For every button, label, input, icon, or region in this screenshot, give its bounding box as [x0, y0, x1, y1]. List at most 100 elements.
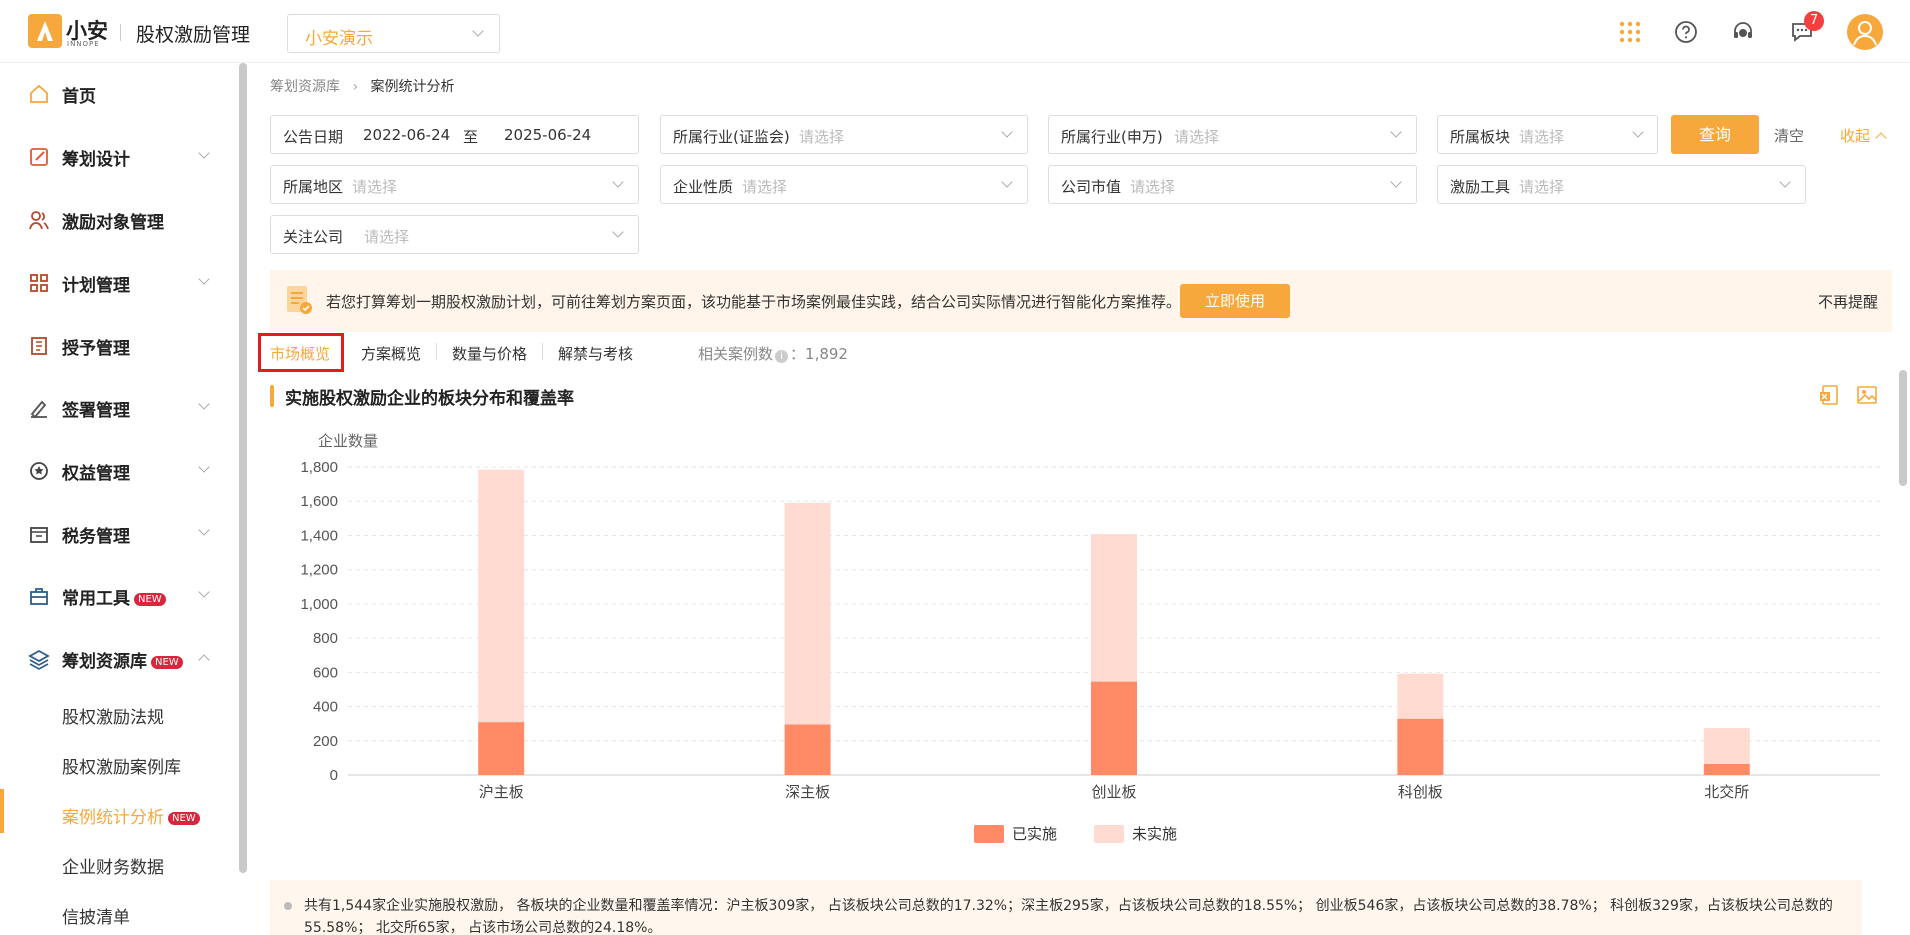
chevron-up-icon — [198, 654, 210, 666]
x-tick-label: 沪主板 — [479, 783, 524, 801]
chevron-down-icon — [1390, 126, 1402, 138]
nature-select[interactable]: 企业性质 请选择 — [660, 165, 1028, 204]
industry-sw-select[interactable]: 所属行业(申万) 请选择 — [1048, 115, 1417, 154]
tab-plan-overview[interactable]: 方案概览 — [361, 343, 421, 364]
sidebar-item-participants[interactable]: 激励对象管理 — [0, 194, 235, 246]
company-select-value: 小安演示 — [305, 29, 373, 49]
y-tick-label: 400 — [313, 699, 338, 716]
legend-item-not-implemented[interactable]: 未实施 — [1094, 823, 1177, 844]
clear-button[interactable]: 清空 — [1774, 125, 1804, 146]
sidebar-scrollbar[interactable] — [239, 63, 247, 873]
sidebar-item-resources[interactable]: 筹划资源库 NEW — [0, 633, 235, 685]
sidebar-item-tax[interactable]: 税务管理 — [0, 508, 235, 560]
sidebar-item-sign[interactable]: 签署管理 — [0, 382, 235, 434]
chevron-down-icon — [198, 586, 210, 598]
sidebar-item-plan-management[interactable]: 计划管理 — [0, 257, 235, 309]
sidebar-subitem-disclosure-list[interactable]: 信披清单 — [62, 903, 130, 928]
company-select[interactable]: 小安演示 — [287, 14, 500, 53]
chevron-down-icon — [1001, 126, 1013, 138]
sidebar-item-grant[interactable]: 授予管理 — [0, 320, 235, 372]
filter-placeholder: 请选择 — [1130, 178, 1176, 196]
date-separator: 至 — [463, 128, 479, 146]
collapse-button[interactable]: 收起 — [1840, 125, 1887, 146]
breadcrumb-parent[interactable]: 筹划资源库 — [270, 79, 340, 95]
bar-segment-not-implemented — [1091, 534, 1137, 682]
bar-segment-not-implemented — [784, 502, 831, 725]
sidebar-subitem-case-statistics[interactable]: 案例统计分析 NEW — [62, 803, 200, 828]
apps-grid-icon[interactable] — [1619, 21, 1641, 43]
export-image-icon[interactable] — [1856, 384, 1878, 406]
badge-icon — [30, 462, 48, 480]
dismiss-link[interactable]: 不再提醒 — [1818, 291, 1878, 312]
legend-item-implemented[interactable]: 已实施 — [974, 823, 1057, 844]
breadcrumb-current: 案例统计分析 — [370, 79, 455, 95]
filter-label: 公司市值 — [1061, 178, 1122, 196]
region-select[interactable]: 所属地区 请选择 — [270, 165, 639, 204]
sidebar-subitem-financial-data[interactable]: 企业财务数据 — [62, 853, 164, 878]
sidebar-subitem-case-library[interactable]: 股权激励案例库 — [62, 753, 181, 778]
y-tick-label: 1,400 — [300, 527, 338, 544]
date-range-filter[interactable]: 公告日期 2022-06-24 至 2025-06-24 — [270, 115, 639, 154]
sidebar-item-label: 签署管理 — [62, 401, 130, 421]
sidebar-item-tools[interactable]: 常用工具 NEW — [0, 570, 235, 622]
board-select[interactable]: 所属板块 请选择 — [1437, 115, 1658, 154]
use-now-button[interactable]: 立即使用 — [1180, 284, 1290, 318]
customer-service-icon[interactable] — [1731, 20, 1755, 44]
logo-mark-icon — [37, 21, 53, 41]
filter-label: 所属行业(证监会) — [673, 128, 790, 146]
filter-label: 公告日期 — [283, 128, 344, 146]
sidebar-item-plan-design[interactable]: 筹划设计 — [0, 131, 235, 183]
user-icon — [1853, 21, 1877, 46]
market-cap-select[interactable]: 公司市值 请选择 — [1048, 165, 1417, 204]
date-from-input[interactable]: 2022-06-24 — [363, 126, 450, 144]
follow-company-select[interactable]: 关注公司 请选择 — [270, 215, 639, 254]
sidebar-subitem-regulations[interactable]: 股权激励法规 — [62, 703, 164, 728]
tax-icon — [30, 527, 48, 543]
sidebar-item-label: 计划管理 — [62, 276, 130, 296]
sidebar-item-home[interactable]: 首页 — [0, 68, 235, 120]
board-distribution-chart: 企业数量 0 200 400 600 800 1,000 1,200 1,400 1,600 1,8… — [300, 432, 1880, 801]
section-accent — [270, 385, 274, 407]
y-tick-label: 800 — [313, 630, 338, 647]
query-button[interactable]: 查询 — [1671, 115, 1759, 154]
bullet-dot — [284, 902, 292, 910]
filter-placeholder: 请选择 — [799, 128, 845, 146]
bar-segment-implemented — [1397, 718, 1444, 775]
x-tick-label: 创业板 — [1091, 783, 1136, 801]
x-tick-label: 科创板 — [1398, 783, 1443, 801]
help-icon[interactable] — [1674, 20, 1698, 44]
user-avatar[interactable] — [1847, 14, 1883, 50]
y-tick-label: 1,800 — [300, 459, 338, 476]
tab-quantity-price[interactable]: 数量与价格 — [452, 343, 527, 364]
tab-divider — [542, 343, 543, 360]
sign-icon — [30, 400, 47, 419]
x-tick-label: 深主板 — [785, 783, 830, 801]
bar-segment-not-implemented — [1397, 673, 1444, 719]
y-tick-label: 200 — [313, 733, 338, 750]
book-icon — [31, 337, 47, 355]
bar-segment-not-implemented — [1703, 728, 1750, 764]
logo[interactable] — [28, 14, 62, 48]
export-excel-icon[interactable] — [1818, 384, 1840, 406]
summary-note: 共有1,544家企业实施股权激励， 各板块的企业数量和覆盖率情况：沪主板309家… — [270, 880, 1862, 935]
info-icon[interactable]: i — [775, 350, 789, 363]
home-icon — [30, 84, 48, 103]
tab-unlock-assessment[interactable]: 解禁与考核 — [558, 343, 633, 364]
main-scrollbar[interactable] — [1899, 370, 1907, 486]
bar-segment-not-implemented — [478, 469, 525, 723]
filter-placeholder: 请选择 — [742, 178, 788, 196]
grid-icon — [30, 274, 48, 292]
layers-icon — [28, 649, 50, 670]
chevron-down-icon — [198, 147, 210, 159]
toolbox-icon — [30, 588, 48, 605]
sidebar-item-label: 筹划资源库 NEW — [62, 647, 183, 672]
sidebar-item-equity[interactable]: 权益管理 — [0, 445, 235, 497]
bar-segment-implemented — [1091, 681, 1137, 775]
industry-csrc-select[interactable]: 所属行业(证监会) 请选择 — [660, 115, 1028, 154]
new-badge: NEW — [151, 656, 183, 669]
filter-label: 企业性质 — [673, 178, 734, 196]
chevron-down-icon — [198, 524, 210, 536]
incentive-tool-select[interactable]: 激励工具 请选择 — [1437, 165, 1806, 204]
summary-text: 共有1,544家企业实施股权激励， 各板块的企业数量和覆盖率情况：沪主板309家… — [304, 898, 1833, 935]
date-to-input[interactable]: 2025-06-24 — [504, 126, 591, 144]
